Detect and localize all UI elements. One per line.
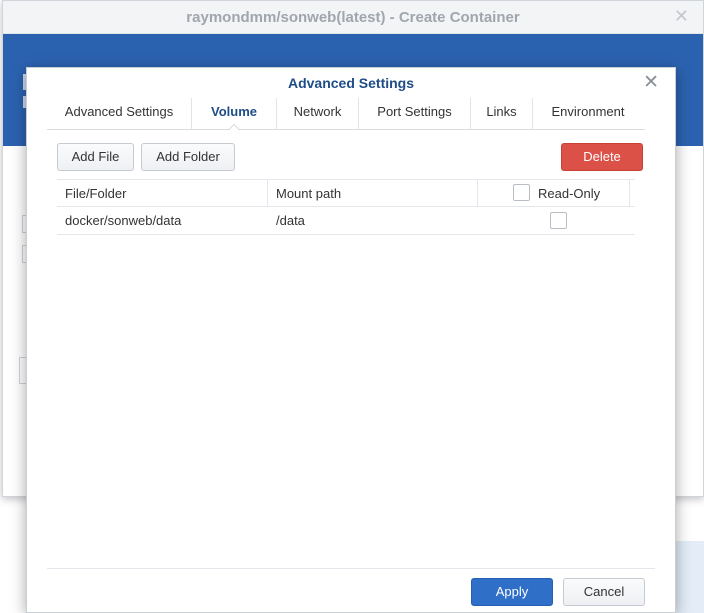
outer-titlebar: raymondmm/sonweb(latest) - Create Contai… [3, 1, 703, 34]
column-header-file-folder[interactable]: File/Folder [65, 186, 126, 201]
tab-links[interactable]: Links [471, 98, 533, 129]
column-divider[interactable] [629, 180, 630, 206]
table-row[interactable]: docker/sonweb/data /data [57, 207, 635, 235]
column-divider[interactable] [477, 180, 478, 206]
settings-tabs: Advanced Settings Volume Network Port Se… [47, 98, 645, 130]
outer-window-title: raymondmm/sonweb(latest) - Create Contai… [186, 9, 520, 26]
file-folder-cell: docker/sonweb/data [65, 213, 182, 228]
mount-path-cell: /data [276, 213, 305, 228]
outer-close-icon[interactable]: ✕ [674, 7, 689, 25]
volume-table: File/Folder Mount path Read-Only docker/… [57, 179, 635, 235]
add-file-button[interactable]: Add File [57, 143, 134, 171]
tab-port-settings[interactable]: Port Settings [359, 98, 471, 129]
delete-button[interactable]: Delete [561, 143, 643, 171]
column-divider[interactable] [267, 180, 268, 206]
tab-volume[interactable]: Volume [192, 98, 277, 130]
tab-network[interactable]: Network [277, 98, 359, 129]
close-icon[interactable]: ✕ [643, 73, 659, 92]
column-header-mount-path[interactable]: Mount path [276, 186, 341, 201]
background-panel [676, 541, 704, 613]
add-folder-button[interactable]: Add Folder [141, 143, 235, 171]
advanced-settings-dialog: Advanced Settings ✕ Advanced Settings Vo… [26, 67, 676, 613]
dialog-title: Advanced Settings [287, 75, 415, 91]
footer-divider [47, 568, 655, 569]
apply-button[interactable]: Apply [471, 578, 553, 606]
column-header-read-only[interactable]: Read-Only [538, 186, 600, 201]
cancel-button[interactable]: Cancel [563, 578, 645, 606]
read-only-select-all-checkbox[interactable] [513, 184, 530, 201]
tab-environment[interactable]: Environment [533, 98, 643, 129]
table-header: File/Folder Mount path Read-Only [57, 179, 635, 207]
read-only-checkbox[interactable] [550, 212, 567, 229]
tab-advanced-settings[interactable]: Advanced Settings [47, 98, 192, 129]
